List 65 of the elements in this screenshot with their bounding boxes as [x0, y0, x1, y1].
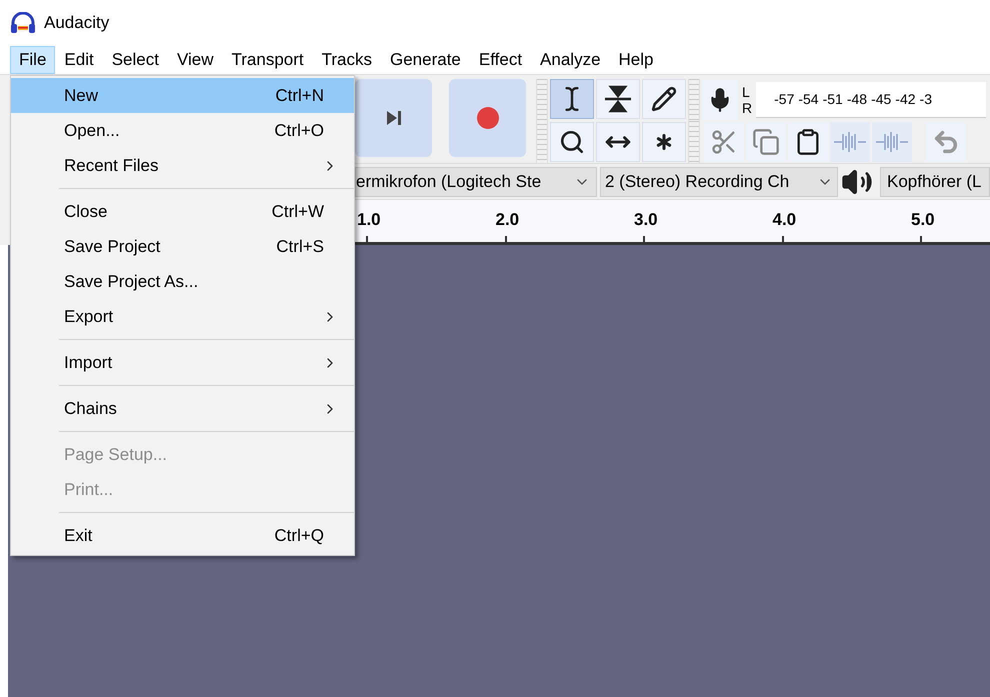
headphones-icon — [10, 12, 36, 34]
ruler-label: 2.0 — [496, 210, 520, 230]
paste-button[interactable] — [788, 122, 828, 162]
menu-bar-item[interactable]: Select — [102, 46, 168, 74]
pencil-icon — [651, 86, 677, 112]
tool-button[interactable] — [642, 122, 686, 162]
toolbar-grip[interactable] — [688, 79, 700, 121]
waveform-icon — [833, 130, 867, 154]
menu-bar-item[interactable]: Effect — [470, 46, 532, 74]
menu-item[interactable]: Import — [11, 345, 354, 380]
ruler-label: 3.0 — [634, 210, 658, 230]
dropdown[interactable]: Kopfhörer (L — [880, 166, 990, 196]
menu-bar-item[interactable]: Help — [610, 46, 662, 74]
dropdown[interactable]: 2 (Stereo) Recording Ch — [600, 166, 838, 196]
tool-button[interactable] — [550, 79, 594, 119]
channel-label: L — [742, 84, 751, 100]
menu-bar-item[interactable]: Transport — [222, 46, 313, 74]
tool-button[interactable] — [596, 79, 640, 119]
waveform-icon — [875, 130, 909, 154]
meter-tick-label: -54 — [798, 90, 819, 109]
menu-item[interactable]: Save Project Ctrl+S — [11, 229, 354, 264]
timeline-ruler[interactable]: 1.0 2.0 3.0 4.0 5.0 — [355, 199, 990, 245]
menu-bar-item[interactable]: View — [168, 46, 222, 74]
menu-item[interactable]: Chains — [11, 391, 354, 426]
envelope-icon — [604, 85, 632, 113]
menu-bar-item[interactable]: Analyze — [531, 46, 610, 74]
meter-tick-label: -57 — [774, 90, 794, 109]
record-icon — [476, 107, 498, 129]
meter-tick-label: -42 — [895, 90, 916, 109]
tool-button[interactable] — [642, 79, 686, 119]
menu-item[interactable]: Recent Files — [11, 148, 354, 183]
dropdown[interactable]: ermikrofon (Logitech Ste — [355, 166, 597, 196]
tool-button[interactable] — [596, 122, 640, 162]
skip-to-end-icon — [384, 109, 402, 127]
silence-button[interactable] — [872, 122, 912, 162]
menu-item[interactable]: New Ctrl+N — [11, 78, 354, 113]
zoom-icon — [559, 129, 585, 155]
meter-tick-label: -51 — [822, 90, 843, 109]
ruler-label: 5.0 — [911, 210, 935, 230]
menu-bar-item[interactable]: Edit — [55, 46, 103, 74]
menu-bar-item[interactable]: Generate — [381, 46, 470, 74]
menu-item[interactable]: Save Project As... — [11, 264, 354, 299]
menu-item[interactable]: Export — [11, 299, 354, 334]
skip-to-end-button[interactable] — [355, 79, 432, 157]
ruler-label: 4.0 — [772, 210, 796, 230]
record-button[interactable] — [449, 79, 526, 157]
meter-tick-label: -48 — [846, 90, 868, 109]
window-title: Audacity — [44, 12, 110, 34]
undo-button[interactable] — [926, 122, 966, 162]
menu-item[interactable]: Close Ctrl+W — [11, 194, 354, 229]
meter-tick-label: -45 — [871, 90, 892, 109]
copy-icon — [752, 128, 780, 156]
level-meter[interactable]: -57 -54 -51 -48 -45 -42 -3 — [756, 82, 986, 118]
tool-button[interactable] — [550, 122, 594, 162]
meter-tick-label: -3 — [920, 90, 932, 109]
undo-icon — [932, 128, 960, 156]
menu-item[interactable]: Open... Ctrl+O — [11, 113, 354, 148]
toolbar-grip[interactable] — [536, 79, 548, 163]
ruler-label: 1.0 — [357, 210, 381, 230]
menu-bar-item[interactable]: File — [10, 46, 56, 74]
record-meter-button[interactable] — [702, 80, 738, 120]
toolbar-grip[interactable] — [688, 121, 700, 163]
menu-item[interactable]: Exit Ctrl+Q — [11, 518, 354, 553]
channel-label: R — [742, 100, 752, 116]
menu-bar-item[interactable]: Tracks — [312, 46, 381, 74]
